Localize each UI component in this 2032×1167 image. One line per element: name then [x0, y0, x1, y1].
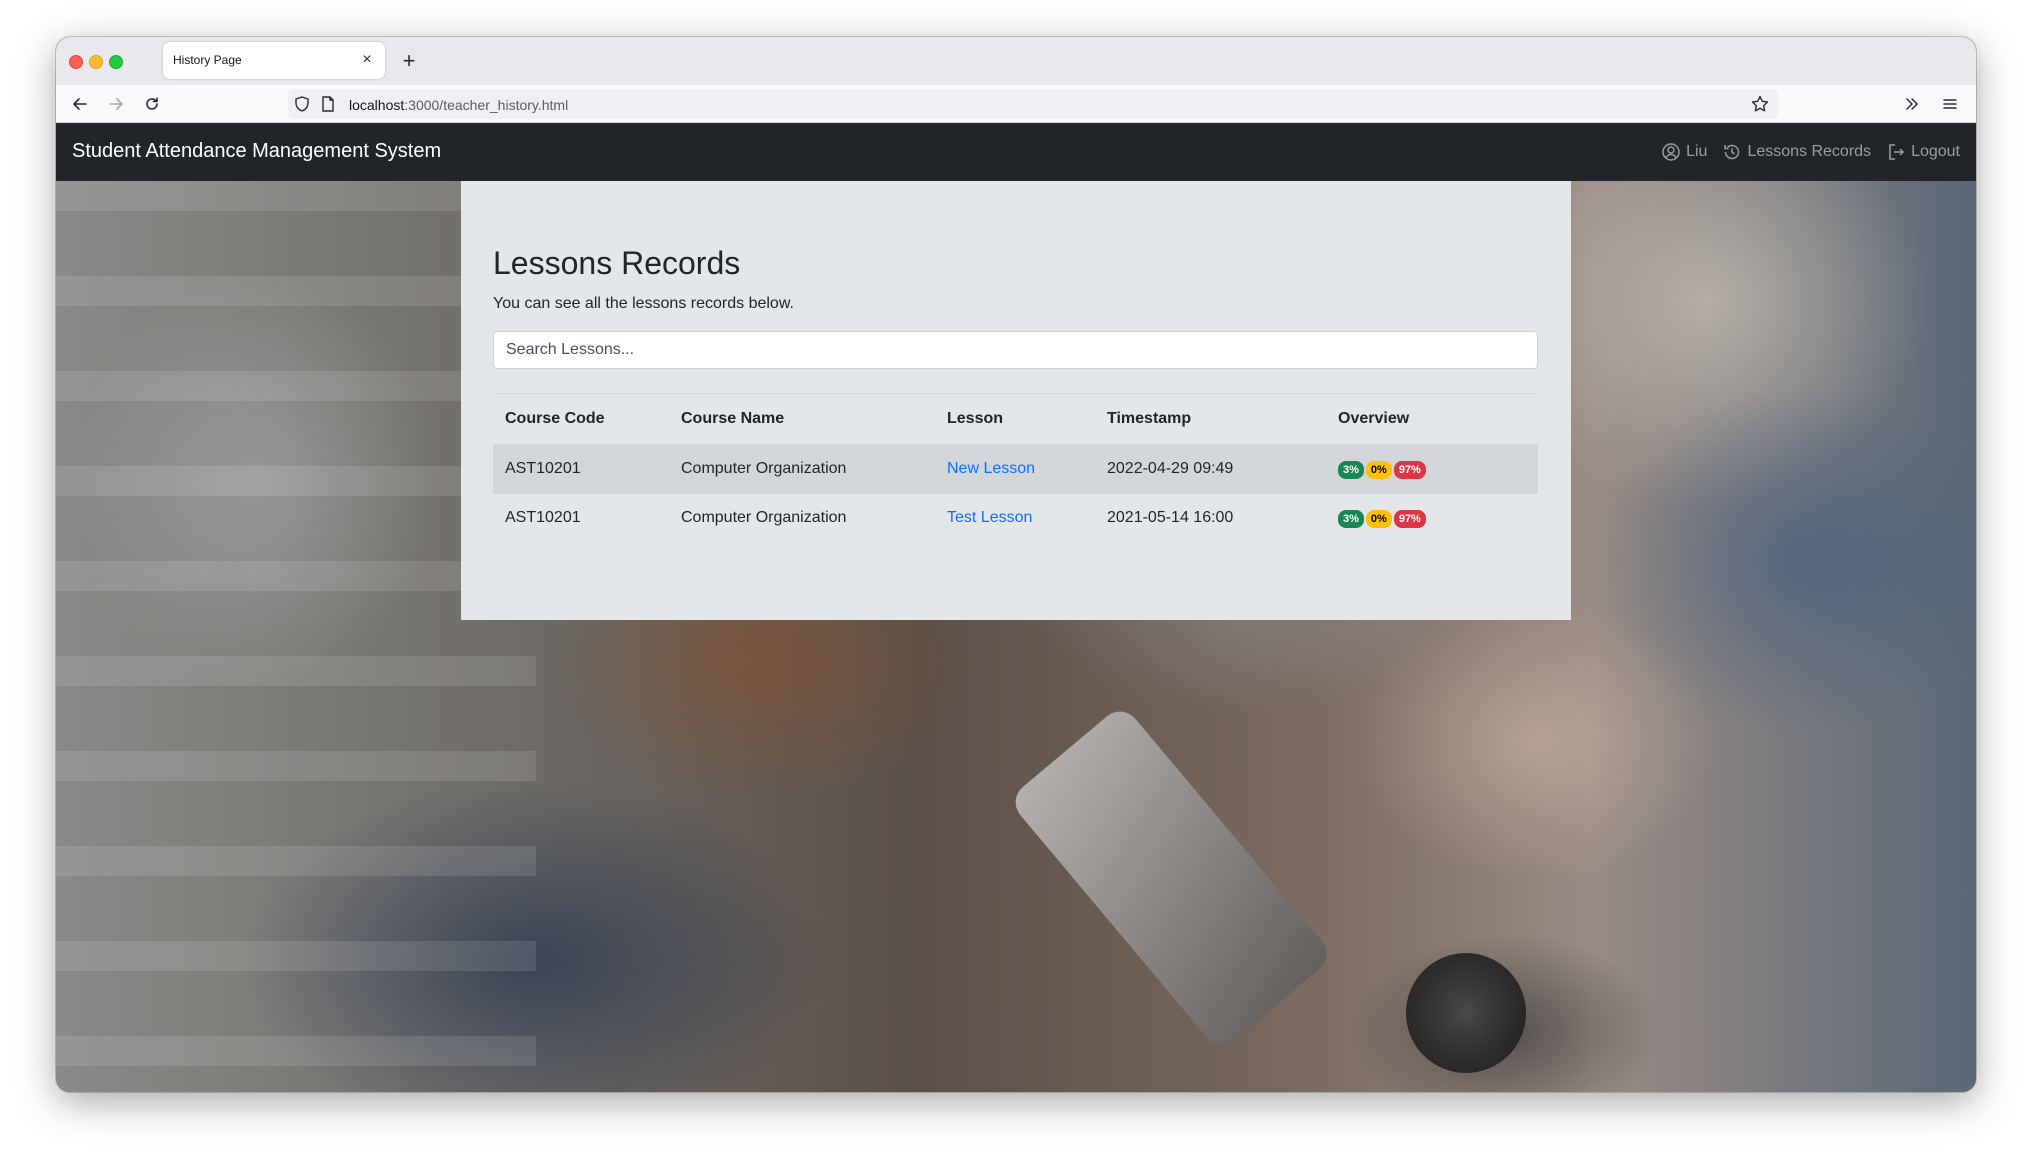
- records-card: Lessons Records You can see all the less…: [461, 181, 1571, 620]
- nav-logout-label: Logout: [1911, 143, 1960, 160]
- page-content: Student Attendance Management System Liu…: [56, 123, 1976, 1092]
- browser-tabbar: History Page × +: [56, 37, 1976, 85]
- table-header-row: Course Code Course Name Lesson Timestamp…: [493, 393, 1538, 445]
- browser-window: History Page × + localhost:3000/teacher_…: [56, 37, 1976, 1092]
- nav-user-label: Liu: [1686, 143, 1708, 160]
- cell-timestamp: 2021-05-14 16:00: [1107, 509, 1234, 526]
- lesson-link[interactable]: Test Lesson: [947, 509, 1032, 526]
- nav-user-link[interactable]: Liu: [1661, 142, 1707, 162]
- cell-timestamp: 2022-04-29 09:49: [1107, 460, 1234, 477]
- lesson-link[interactable]: New Lesson: [947, 460, 1035, 477]
- hamburger-menu-icon[interactable]: [1940, 94, 1960, 114]
- header-course-name: Course Name: [681, 410, 785, 427]
- shield-icon[interactable]: [292, 94, 312, 114]
- nav-logout-link[interactable]: Logout: [1886, 142, 1960, 162]
- browser-tab[interactable]: History Page ×: [163, 42, 385, 79]
- cell-lesson: Test Lesson: [935, 494, 1095, 543]
- bookmark-star-icon[interactable]: [1750, 94, 1770, 114]
- minimize-window-button[interactable]: [89, 55, 103, 69]
- header-timestamp: Timestamp: [1107, 410, 1192, 427]
- late-badge: 0%: [1365, 509, 1392, 528]
- maximize-window-button[interactable]: [109, 55, 123, 69]
- cell-lesson: New Lesson: [935, 445, 1095, 494]
- url-bar[interactable]: localhost:3000/teacher_history.html: [288, 89, 1778, 119]
- forward-arrow-icon[interactable]: [102, 90, 130, 118]
- close-window-button[interactable]: [69, 55, 83, 69]
- nav-records-link[interactable]: Lessons Records: [1722, 142, 1871, 162]
- present-badge: 3%: [1338, 460, 1364, 479]
- search-input[interactable]: [493, 331, 1538, 369]
- app-nav-links: Liu Lessons Records Logout: [1646, 123, 1960, 181]
- page-subtitle: You can see all the lessons records belo…: [493, 295, 794, 312]
- page-title: Lessons Records: [493, 245, 741, 281]
- url-text[interactable]: localhost:3000/teacher_history.html: [349, 97, 568, 113]
- table-row: AST10201 Computer Organization New Lesso…: [493, 444, 1538, 494]
- cell-course-code: AST10201: [505, 509, 581, 526]
- cell-course-code: AST10201: [505, 460, 581, 477]
- history-clock-icon: [1724, 144, 1740, 160]
- cell-overview: 3% 0% 97%: [1326, 445, 1538, 494]
- back-arrow-icon[interactable]: [66, 90, 94, 118]
- tab-close-icon[interactable]: ×: [357, 50, 377, 70]
- table-row: AST10201 Computer Organization Test Less…: [493, 493, 1538, 543]
- cell-course-name: Computer Organization: [681, 460, 847, 477]
- reload-icon[interactable]: [138, 90, 166, 118]
- present-badge: 3%: [1338, 509, 1364, 528]
- header-course-code: Course Code: [505, 410, 605, 427]
- app-brand[interactable]: Student Attendance Management System: [72, 140, 441, 163]
- page-icon[interactable]: [318, 94, 338, 114]
- absent-badge: 97%: [1393, 509, 1426, 528]
- cell-overview: 3% 0% 97%: [1326, 494, 1538, 543]
- cell-course-name: Computer Organization: [681, 509, 847, 526]
- overflow-chevrons-icon[interactable]: [1902, 94, 1922, 114]
- lessons-table: Course Code Course Name Lesson Timestamp…: [493, 393, 1538, 542]
- new-tab-icon[interactable]: +: [396, 48, 422, 74]
- absent-badge: 97%: [1393, 460, 1426, 479]
- browser-toolbar: localhost:3000/teacher_history.html: [56, 85, 1976, 123]
- nav-records-label: Lessons Records: [1747, 143, 1872, 160]
- header-lesson: Lesson: [947, 410, 1004, 427]
- app-navbar: Student Attendance Management System Liu…: [56, 123, 1976, 181]
- late-badge: 0%: [1365, 460, 1392, 479]
- user-circle-icon: [1662, 143, 1680, 161]
- header-overview: Overview: [1338, 410, 1410, 427]
- logout-icon: [1889, 144, 1905, 160]
- tab-title: History Page: [173, 53, 242, 67]
- background-watch-shape: [1406, 953, 1526, 1073]
